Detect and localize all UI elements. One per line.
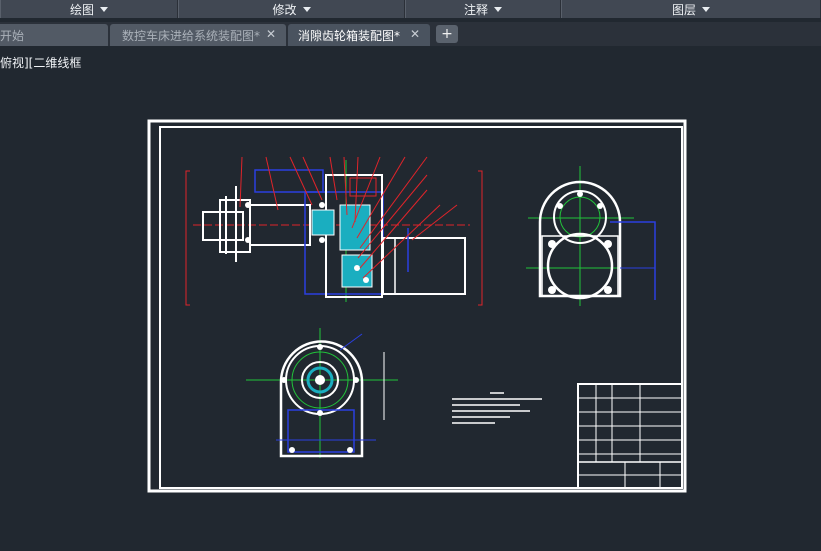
title-block: [577, 383, 683, 489]
sheet-outer-border: [147, 119, 687, 493]
technical-requirements-notes: [452, 392, 542, 424]
side-view: [526, 166, 656, 306]
front-view: [246, 328, 398, 458]
sheet-inner-border: [159, 126, 683, 489]
main-section-view: [185, 156, 483, 306]
drawing-canvas[interactable]: [0, 0, 821, 551]
